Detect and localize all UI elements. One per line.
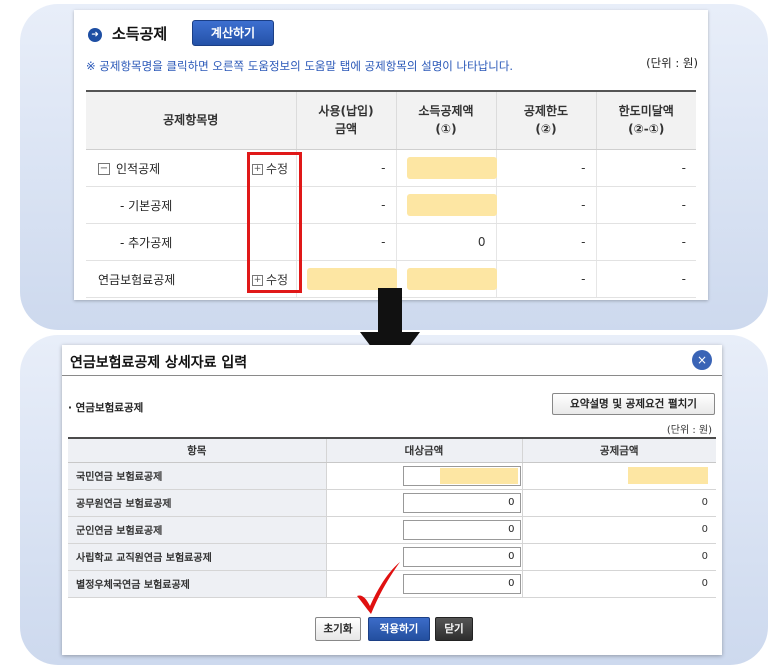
- target-amount-input[interactable]: 0: [402, 546, 521, 567]
- section-title: 소득공제: [112, 25, 168, 43]
- highlighted-amount: [439, 467, 518, 484]
- header-target-amount: 대상금액: [325, 437, 522, 463]
- target-amount-cell: [325, 462, 522, 490]
- table-row: − 인적공제 + 수정 - - -: [86, 149, 696, 187]
- edit-column-highlight-box: [247, 152, 302, 293]
- header-item-name: 공제항목명: [86, 90, 296, 150]
- deduction-amount: 0: [521, 516, 716, 544]
- highlighted-amount: [628, 467, 708, 484]
- usage-amount: -: [295, 186, 396, 224]
- deduction-limit: -: [495, 149, 596, 187]
- title-divider: [62, 375, 722, 376]
- arrow-circle-icon: ➜: [88, 28, 102, 42]
- shortfall-amount: -: [595, 223, 696, 261]
- expand-summary-button[interactable]: 요약설명 및 공제요건 펼치기: [552, 393, 715, 415]
- apply-button[interactable]: 적용하기: [368, 617, 430, 641]
- help-notice: ※ 공제항목명을 클릭하면 오른쪽 도움정보의 도움말 탭에 공제항목의 설명이…: [86, 59, 514, 73]
- shortfall-amount: -: [595, 260, 696, 298]
- deduction-table: 공제항목명 사용(납입) 금액 소득공제액 (①) 공제한도 (②) 한도미달액 (②-…: [86, 90, 696, 298]
- target-amount-input[interactable]: 0: [402, 492, 521, 513]
- deduction-amount: 0: [521, 543, 716, 571]
- usage-amount: -: [295, 223, 396, 261]
- table-row: - 추가공제 - 0 - -: [86, 223, 696, 261]
- target-amount-input[interactable]: [402, 465, 521, 486]
- section-subtitle: · 연금보험료공제: [68, 402, 144, 414]
- target-amount-input[interactable]: 0: [402, 519, 521, 540]
- header-deduction-limit: 공제한도 (②): [495, 90, 596, 150]
- deduction-limit: -: [495, 223, 596, 261]
- income-deduction-card: ➜ 소득공제 계산하기 ※ 공제항목명을 클릭하면 오른쪽 도움정보의 도움말 …: [74, 10, 708, 300]
- usage-amount: -: [295, 149, 396, 187]
- close-button[interactable]: 닫기: [435, 617, 473, 641]
- header-item: 항목: [68, 437, 326, 463]
- dialog-title: 연금보험료공제 상세자료 입력: [70, 355, 248, 371]
- header-shortfall: 한도미달액 (②-①): [595, 90, 696, 150]
- checkmark-icon: [357, 562, 400, 614]
- deduction-amount: [395, 186, 497, 224]
- collapse-icon[interactable]: −: [98, 163, 110, 175]
- table-row: 국민연금 보험료공제: [68, 462, 716, 490]
- deduction-limit: -: [495, 186, 596, 224]
- reset-button[interactable]: 초기화: [315, 617, 361, 641]
- deduction-amount: 0: [521, 570, 716, 598]
- deduction-amount: [395, 149, 497, 187]
- unit-label: (단위 : 원): [666, 425, 712, 436]
- highlighted-amount: [406, 193, 497, 216]
- header-usage-amount: 사용(납입) 금액: [295, 90, 396, 150]
- deduction-amount: 0: [395, 223, 496, 261]
- table-row: 군인연금 보험료공제 0 0: [68, 516, 716, 544]
- unit-label: (단위 : 원): [646, 56, 698, 70]
- row-label: 공무원연금 보험료공제: [68, 489, 326, 517]
- deduction-amount-cell: [521, 462, 716, 490]
- row-label: 사립학교 교직원연금 보험료공제: [68, 543, 326, 571]
- target-amount-input[interactable]: 0: [402, 573, 521, 594]
- header-deduction-amount: 소득공제액 (①): [395, 90, 496, 150]
- basic-deduction-link[interactable]: - 기본공제: [120, 197, 172, 214]
- target-amount-cell: 0: [325, 516, 522, 544]
- highlighted-amount: [306, 267, 397, 290]
- row-label: 군인연금 보험료공제: [68, 516, 326, 544]
- table-row: - 기본공제 - - -: [86, 186, 696, 224]
- shortfall-amount: -: [595, 186, 696, 224]
- deduction-limit: -: [495, 260, 596, 298]
- target-amount-cell: 0: [325, 489, 522, 517]
- calculate-button[interactable]: 계산하기: [192, 20, 274, 46]
- additional-deduction-link[interactable]: - 추가공제: [120, 234, 172, 251]
- table-row: 공무원연금 보험료공제 0 0: [68, 489, 716, 517]
- highlighted-amount: [406, 156, 497, 179]
- header-deduction-amount: 공제금액: [521, 437, 716, 463]
- row-label: 별정우체국연금 보험료공제: [68, 570, 326, 598]
- highlighted-amount: [406, 267, 497, 290]
- personal-deduction-link[interactable]: − 인적공제: [98, 160, 160, 177]
- shortfall-amount: -: [595, 149, 696, 187]
- deduction-amount: 0: [521, 489, 716, 517]
- pension-deduction-link[interactable]: 연금보험료공제: [98, 271, 175, 288]
- row-label: 국민연금 보험료공제: [68, 462, 326, 490]
- close-icon[interactable]: ×: [692, 350, 712, 370]
